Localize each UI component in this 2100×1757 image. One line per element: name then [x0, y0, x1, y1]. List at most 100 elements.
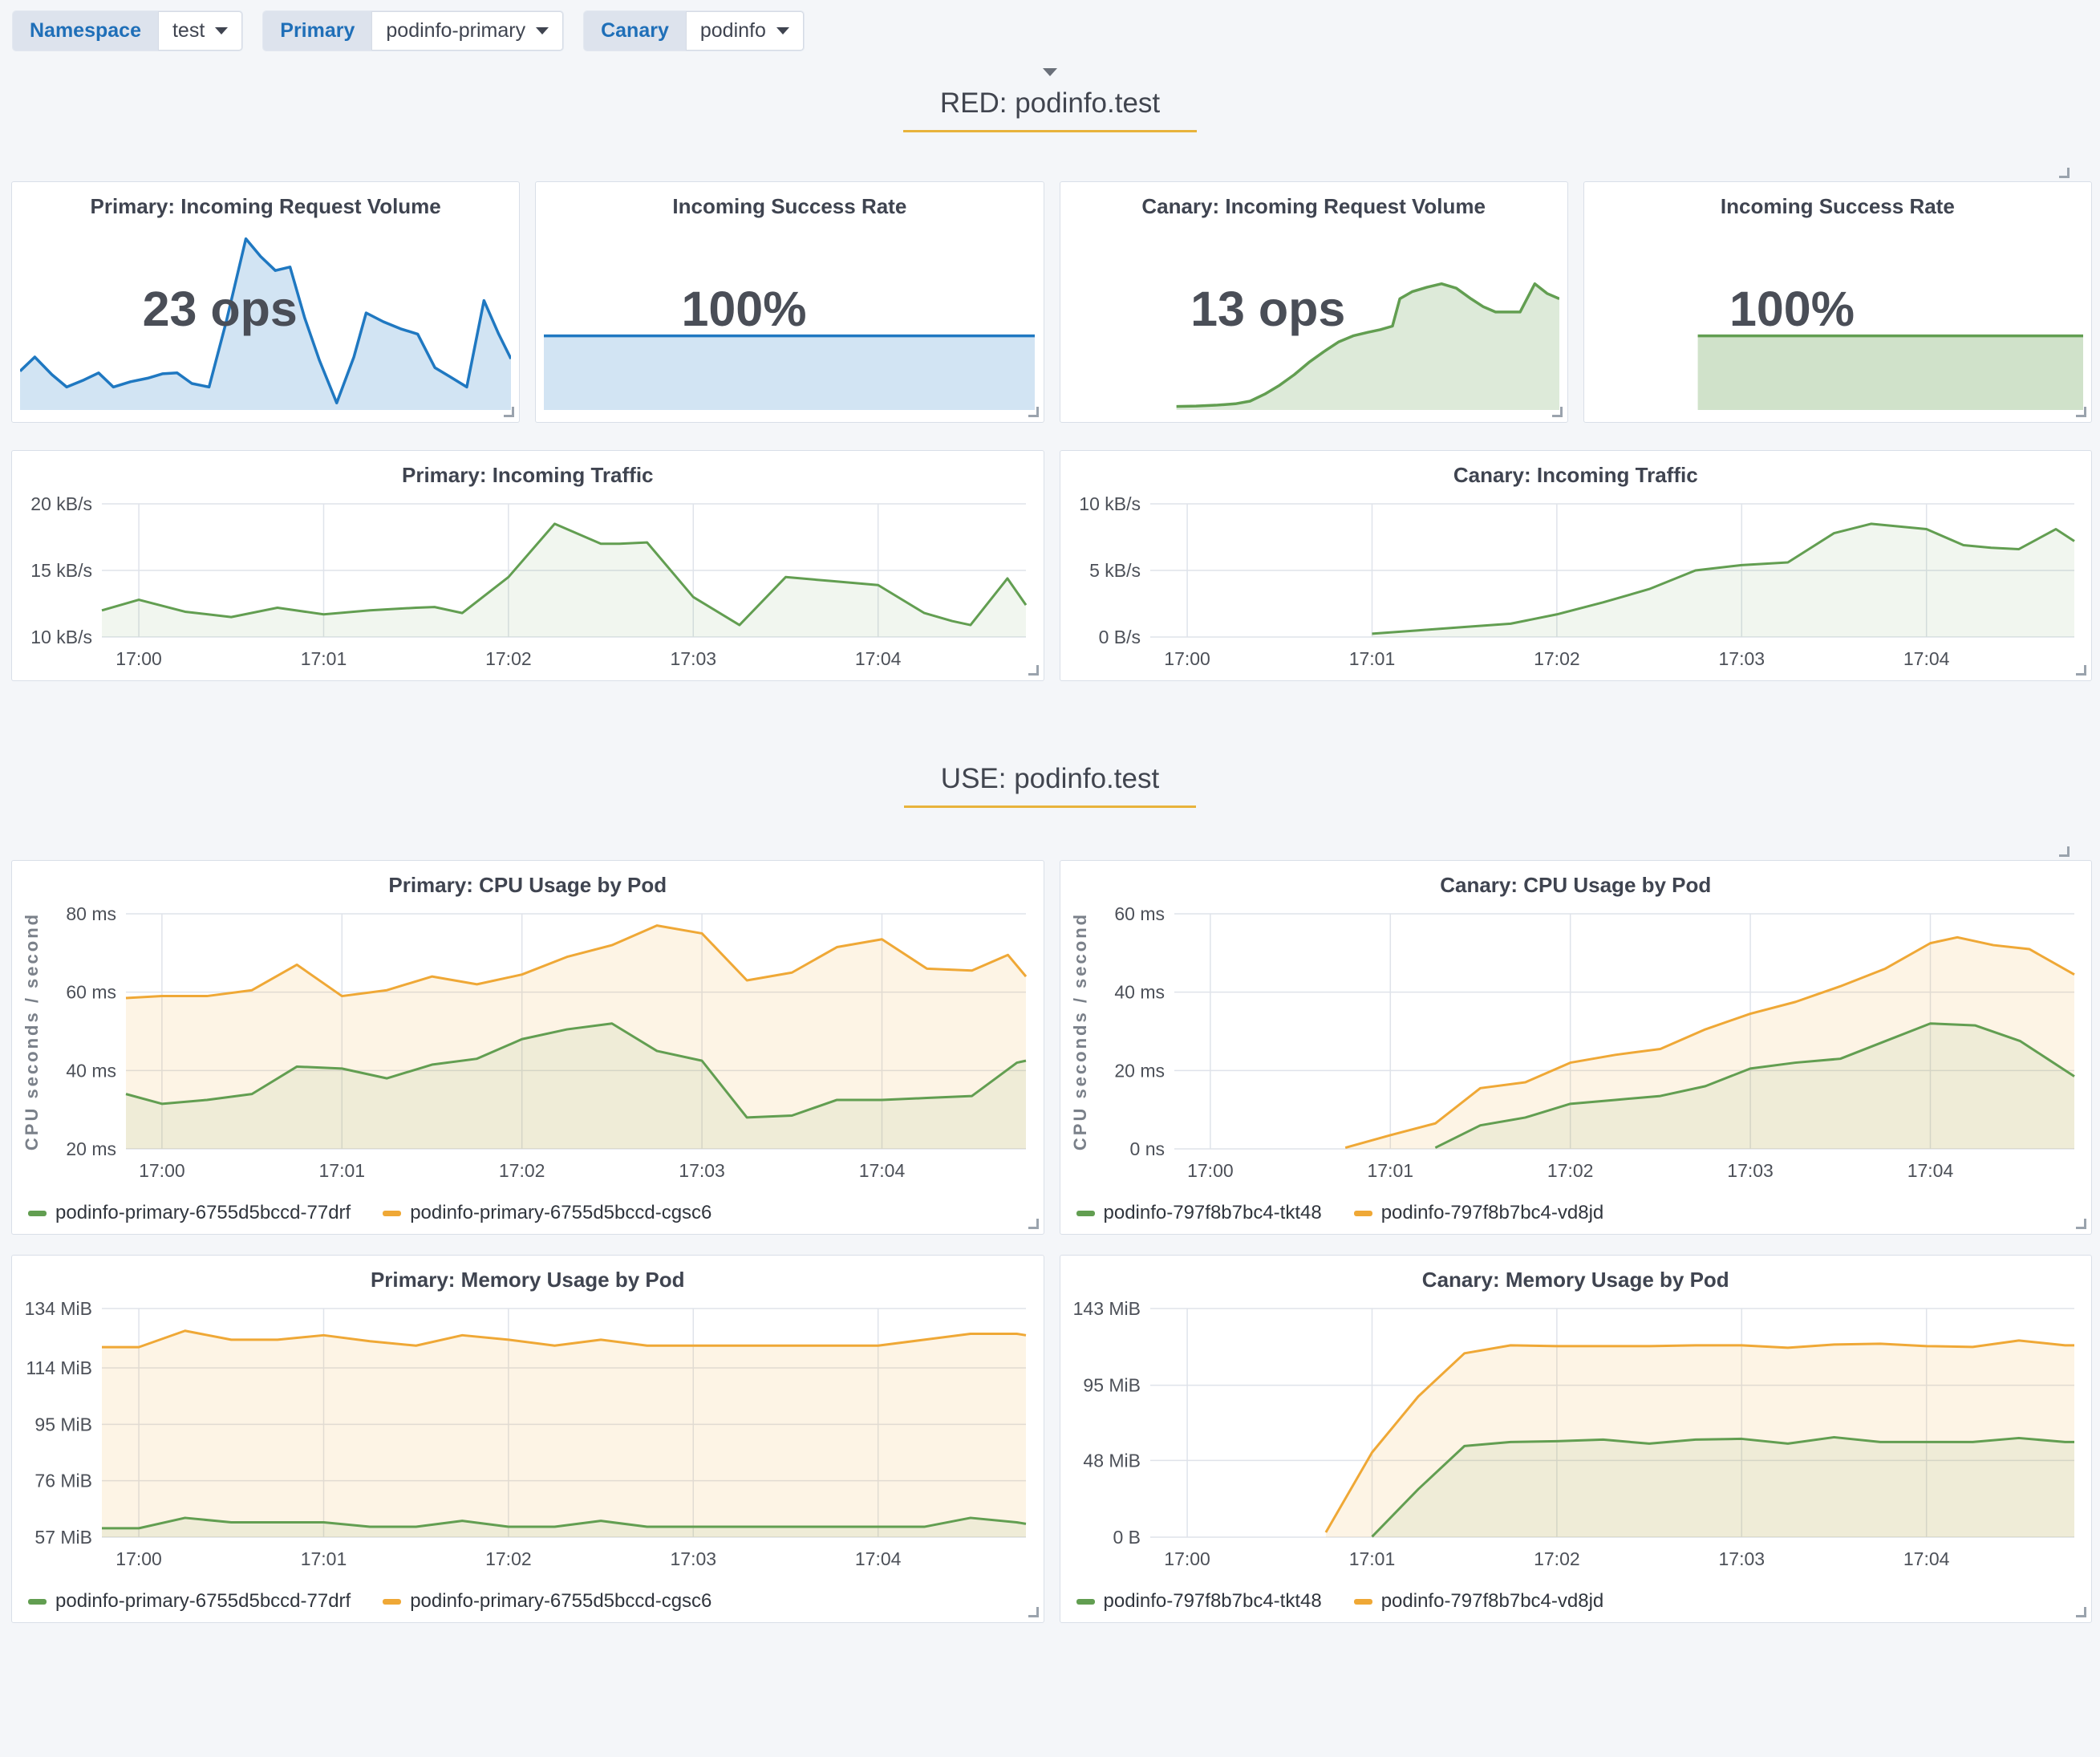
legend-item[interactable]: podinfo-primary-6755d5bccd-cgsc6	[383, 1590, 711, 1613]
svg-text:15 kB/s: 15 kB/s	[30, 560, 92, 581]
stat-value: 23 ops	[143, 281, 298, 337]
time-series-chart[interactable]: 0 ns20 ms40 ms60 ms17:0017:0117:0217:031…	[1065, 903, 2087, 1184]
variable-canary-value: podinfo	[700, 19, 766, 43]
svg-text:48 MiB: 48 MiB	[1083, 1450, 1141, 1471]
legend-item[interactable]: podinfo-797f8b7bc4-tkt48	[1076, 1590, 1322, 1613]
panel-title[interactable]: Primary: Memory Usage by Pod	[12, 1256, 1044, 1292]
svg-text:80 ms: 80 ms	[66, 903, 116, 924]
svg-text:17:04: 17:04	[859, 1160, 906, 1181]
time-series-chart[interactable]: 0 B/s5 kB/s10 kB/s17:0017:0117:0217:0317…	[1065, 493, 2087, 672]
panel-canary-memory-usage: Canary: Memory Usage by Pod 0 B48 MiB95 …	[1060, 1255, 2093, 1623]
time-series-chart[interactable]: 57 MiB76 MiB95 MiB114 MiB134 MiB17:0017:…	[17, 1297, 1039, 1572]
svg-text:57 MiB: 57 MiB	[34, 1527, 92, 1548]
time-series-chart[interactable]: 10 kB/s15 kB/s20 kB/s17:0017:0117:0217:0…	[17, 493, 1039, 672]
legend-swatch-icon	[1076, 1599, 1095, 1605]
variable-primary-value: podinfo-primary	[386, 19, 525, 43]
variable-primary-select[interactable]: podinfo-primary	[371, 11, 563, 51]
chart-legend: podinfo-797f8b7bc4-tkt48 podinfo-797f8b7b…	[1076, 1590, 1604, 1613]
legend-item[interactable]: podinfo-797f8b7bc4-tkt48	[1076, 1202, 1322, 1224]
row-resize-handle[interactable]	[2059, 168, 2070, 178]
legend-label: podinfo-797f8b7bc4-tkt48	[1104, 1590, 1322, 1613]
panel-resize-handle[interactable]	[2076, 1607, 2086, 1617]
panel-title[interactable]: Primary: Incoming Request Volume	[12, 182, 519, 219]
svg-text:17:03: 17:03	[1727, 1160, 1774, 1181]
panel-resize-handle[interactable]	[2076, 1219, 2086, 1229]
svg-text:17:04: 17:04	[1907, 1160, 1953, 1181]
panel-canary-incoming-traffic: Canary: Incoming Traffic 0 B/s5 kB/s10 k…	[1060, 450, 2093, 681]
chart-legend: podinfo-primary-6755d5bccd-77drf podinfo-…	[28, 1590, 711, 1613]
legend-label: podinfo-797f8b7bc4-vd8jd	[1381, 1590, 1604, 1613]
row-collapse-icon[interactable]	[1043, 68, 1057, 76]
panel-title[interactable]: Incoming Success Rate	[536, 182, 1043, 219]
legend-swatch-icon	[1076, 1211, 1095, 1216]
svg-text:17:04: 17:04	[855, 648, 902, 669]
svg-text:143 MiB: 143 MiB	[1072, 1298, 1140, 1319]
time-series-chart[interactable]: 0 B48 MiB95 MiB143 MiB17:0017:0117:0217:…	[1065, 1297, 2087, 1572]
red-row-title[interactable]: RED: podinfo.test	[903, 79, 1197, 132]
panel-resize-handle[interactable]	[2076, 665, 2086, 676]
variable-namespace: Namespace test	[13, 11, 242, 51]
legend-item[interactable]: podinfo-primary-6755d5bccd-77drf	[28, 1202, 351, 1224]
variable-primary-label: Primary	[263, 11, 371, 51]
panel-title[interactable]: Canary: CPU Usage by Pod	[1060, 861, 2092, 898]
svg-text:17:00: 17:00	[1187, 1160, 1234, 1181]
chart-legend: podinfo-primary-6755d5bccd-77drf podinfo-…	[28, 1202, 711, 1224]
svg-text:76 MiB: 76 MiB	[34, 1471, 92, 1491]
stat-value: 100%	[681, 281, 806, 337]
legend-swatch-icon	[1354, 1599, 1372, 1605]
svg-text:95 MiB: 95 MiB	[34, 1414, 92, 1434]
chart-legend: podinfo-797f8b7bc4-tkt48 podinfo-797f8b7b…	[1076, 1202, 1604, 1224]
legend-swatch-icon	[383, 1211, 401, 1216]
svg-text:40 ms: 40 ms	[66, 1060, 116, 1081]
svg-text:17:01: 17:01	[318, 1160, 365, 1181]
panel-title[interactable]: Canary: Incoming Request Volume	[1060, 182, 1567, 219]
use-row-title[interactable]: USE: podinfo.test	[904, 755, 1196, 808]
variable-namespace-label: Namespace	[13, 11, 158, 51]
panel-resize-handle[interactable]	[1028, 1219, 1039, 1229]
svg-text:17:00: 17:00	[1164, 648, 1210, 669]
legend-item[interactable]: podinfo-797f8b7bc4-vd8jd	[1354, 1590, 1604, 1613]
svg-text:17:00: 17:00	[139, 1160, 185, 1181]
legend-swatch-icon	[28, 1211, 47, 1216]
variable-primary: Primary podinfo-primary	[263, 11, 563, 51]
svg-text:17:04: 17:04	[855, 1548, 902, 1569]
svg-text:17:03: 17:03	[679, 1160, 725, 1181]
panel-title[interactable]: Canary: Incoming Traffic	[1060, 451, 2092, 488]
svg-text:0 ns: 0 ns	[1129, 1138, 1164, 1159]
variable-canary-select[interactable]: podinfo	[686, 11, 804, 51]
svg-text:17:00: 17:00	[1164, 1548, 1210, 1569]
variable-namespace-select[interactable]: test	[158, 11, 242, 51]
panel-resize-handle[interactable]	[1028, 407, 1039, 417]
panel-title[interactable]: Incoming Success Rate	[1584, 182, 2091, 219]
panel-title[interactable]: Primary: Incoming Traffic	[12, 451, 1044, 488]
legend-label: podinfo-primary-6755d5bccd-cgsc6	[410, 1202, 711, 1224]
variable-namespace-value: test	[172, 19, 205, 43]
svg-text:17:01: 17:01	[1367, 1160, 1413, 1181]
panel-resize-handle[interactable]	[1028, 665, 1039, 676]
svg-text:20 ms: 20 ms	[66, 1138, 116, 1159]
panel-resize-handle[interactable]	[504, 407, 514, 417]
panel-title[interactable]: Canary: Memory Usage by Pod	[1060, 1256, 2092, 1292]
legend-item[interactable]: podinfo-primary-6755d5bccd-77drf	[28, 1590, 351, 1613]
svg-text:10 kB/s: 10 kB/s	[1079, 493, 1141, 514]
panel-primary-request-volume: Primary: Incoming Request Volume 23 ops	[11, 181, 520, 423]
panel-primary-cpu-usage: Primary: CPU Usage by Pod 20 ms40 ms60 m…	[11, 860, 1044, 1235]
panel-title[interactable]: Primary: CPU Usage by Pod	[12, 861, 1044, 898]
legend-item[interactable]: podinfo-primary-6755d5bccd-cgsc6	[383, 1202, 711, 1224]
svg-text:134 MiB: 134 MiB	[25, 1298, 92, 1319]
panel-resize-handle[interactable]	[1028, 1607, 1039, 1617]
legend-swatch-icon	[28, 1599, 47, 1605]
svg-text:17:01: 17:01	[1348, 1548, 1395, 1569]
time-series-chart[interactable]: 20 ms40 ms60 ms80 ms17:0017:0117:0217:03…	[17, 903, 1039, 1184]
legend-swatch-icon	[1354, 1211, 1372, 1216]
svg-text:CPU seconds / second: CPU seconds / second	[1070, 912, 1090, 1150]
panel-resize-handle[interactable]	[2076, 407, 2086, 417]
panel-primary-memory-usage: Primary: Memory Usage by Pod 57 MiB 76 Mi…	[11, 1255, 1044, 1623]
variable-canary-label: Canary	[584, 11, 686, 51]
svg-text:20 ms: 20 ms	[1114, 1060, 1165, 1081]
row-resize-handle[interactable]	[2059, 846, 2070, 857]
svg-text:95 MiB: 95 MiB	[1083, 1375, 1141, 1396]
legend-item[interactable]: podinfo-797f8b7bc4-vd8jd	[1354, 1202, 1604, 1224]
svg-text:17:01: 17:01	[1348, 648, 1395, 669]
panel-resize-handle[interactable]	[1552, 407, 1563, 417]
